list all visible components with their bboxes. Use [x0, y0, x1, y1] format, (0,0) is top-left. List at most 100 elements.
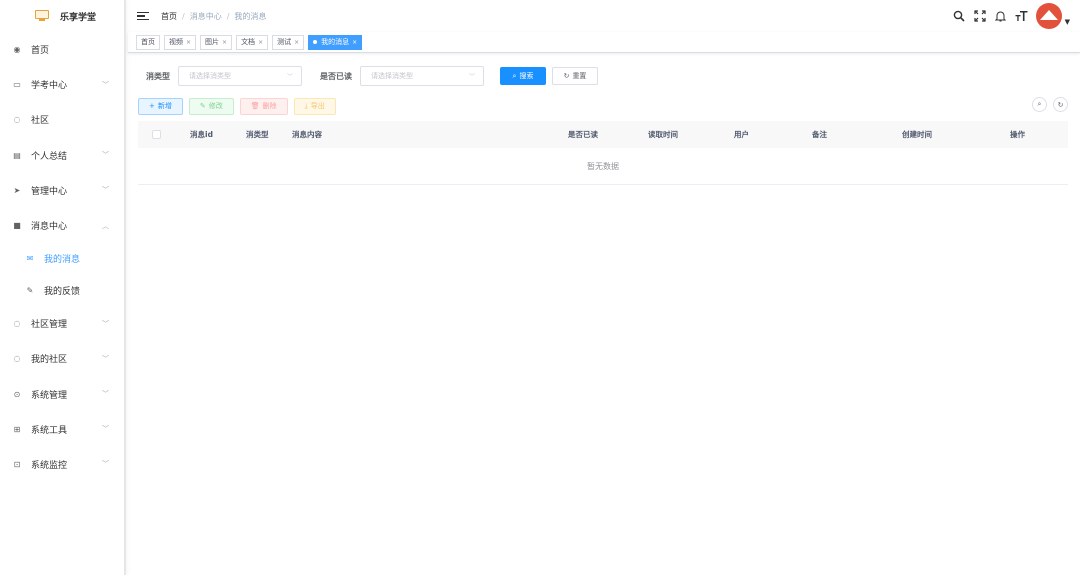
tag-label: 视频 [169, 37, 183, 46]
sidebar-item-message-center[interactable]: ■ 消息中心 ︿ [0, 208, 124, 243]
tag-video[interactable]: 视频 × [164, 34, 197, 50]
dashboard-icon: ◉ [13, 45, 21, 55]
reset-button[interactable]: ↻ 重置 [552, 67, 598, 85]
sidebar-item-community-management[interactable]: ◌ 社区管理 ﹀ [0, 306, 124, 341]
sidebar-item-system-monitor[interactable]: ⊡ 系统监控 ﹀ [0, 447, 124, 482]
breadcrumb-item[interactable]: 首页 [161, 11, 177, 22]
hamburger-icon[interactable] [137, 10, 149, 23]
refresh-icon: ↻ [563, 72, 570, 80]
community-manage-icon: ◌ [13, 319, 21, 329]
search-icon[interactable] [951, 8, 967, 24]
sidebar-menu: ◉ 首页 ▭ 学考中心 ﹀ ◌ 社区 ▤ 个人总结 ﹀ ➤ 管理中心 ﹀ ■ 消息中心 ︿ ✉ 我的消… [0, 32, 124, 482]
toolbox-icon: ⊞ [13, 424, 21, 434]
tag-image[interactable]: 图片 × [200, 34, 233, 50]
sidebar-subitem-my-feedback[interactable]: ✎ 我的反馈 [0, 275, 124, 307]
sidebar-item-management[interactable]: ➤ 管理中心 ﹀ [0, 173, 124, 208]
app-logo[interactable]: 乐享学堂 [0, 0, 124, 32]
tag-label: 我的消息 [321, 37, 350, 46]
sidebar-item-personal-summary[interactable]: ▤ 个人总结 ﹀ [0, 138, 124, 173]
read-select[interactable]: 请选择消类型 ﹀ [360, 66, 484, 86]
tags-view: 首页 视频 × 图片 × 文档 × 测试 × 我的消息 × [128, 32, 1080, 53]
sidebar-item-label: 社区管理 [31, 320, 68, 331]
edit-button[interactable]: ✎ 修改 [188, 97, 234, 115]
reset-button-label: 重置 [572, 72, 587, 80]
trash-icon: 🗑 [250, 102, 260, 110]
sidebar-item-label: 管理中心 [31, 186, 68, 197]
fullscreen-icon[interactable] [972, 8, 988, 24]
settings-icon: ⊙ [13, 389, 21, 399]
caret-down-icon[interactable]: ▼ [1065, 18, 1070, 26]
column-header: 消息id [190, 130, 213, 139]
column-header: 消息内容 [292, 130, 322, 139]
select-all-checkbox[interactable] [152, 130, 161, 139]
sidebar-item-label: 我的反馈 [44, 286, 81, 297]
message-table: 消息id 消类型 消息内容 是否已读 读取时间 用户 备注 创建时间 操作 暂无… [138, 121, 1068, 185]
tag-label: 测试 [277, 37, 292, 46]
chevron-down-icon: ﹀ [102, 186, 109, 195]
column-header: 创建时间 [902, 130, 932, 139]
sidebar-item-label: 系统管理 [31, 390, 68, 401]
type-select[interactable]: 请选择消类型 ﹀ [178, 66, 302, 86]
right-toolbar: ⌕ ↻ [1026, 97, 1068, 112]
sidebar-item-system-management[interactable]: ⊙ 系统管理 ﹀ [0, 377, 124, 412]
sidebar-item-study-center[interactable]: ▭ 学考中心 ﹀ [0, 67, 124, 102]
sidebar-item-label: 学考中心 [31, 81, 68, 92]
close-icon[interactable]: × [222, 36, 227, 49]
refresh-icon[interactable]: ↻ [1053, 97, 1068, 112]
sidebar-item-system-tools[interactable]: ⊞ 系统工具 ﹀ [0, 412, 124, 447]
close-icon[interactable]: × [186, 36, 191, 49]
font-size-icon[interactable] [1014, 8, 1030, 24]
sidebar-item-community[interactable]: ◌ 社区 [0, 102, 124, 137]
chevron-down-icon: ﹀ [102, 319, 109, 328]
sidebar-item-label: 消息中心 [31, 222, 68, 233]
tag-my-messages[interactable]: 我的消息 × [308, 34, 363, 50]
bell-icon[interactable] [993, 8, 1009, 24]
breadcrumb-item: 消息中心 [189, 11, 222, 21]
add-button[interactable]: + 新增 [138, 97, 183, 115]
close-icon[interactable]: × [352, 36, 357, 49]
close-icon[interactable]: × [294, 36, 299, 49]
sidebar-subitem-my-messages[interactable]: ✉ 我的消息 [0, 243, 124, 275]
monitor-chart-icon: ⊡ [13, 459, 21, 469]
active-dot-icon [313, 40, 318, 44]
search-icon: ⌕ [512, 71, 517, 80]
download-icon: ⤓ [304, 101, 308, 110]
tag-home[interactable]: 首页 [136, 34, 160, 50]
search-toggle-icon[interactable]: ⌕ [1032, 97, 1047, 112]
sidebar-item-label: 个人总结 [31, 151, 68, 162]
sidebar-item-label: 首页 [31, 46, 50, 57]
export-button[interactable]: ⤓ 导出 [293, 97, 336, 115]
notebook-icon: ▤ [13, 150, 21, 160]
send-icon: ➤ [13, 185, 21, 195]
chevron-down-icon: ﹀ [102, 80, 109, 89]
sidebar-item-home[interactable]: ◉ 首页 [0, 32, 124, 67]
sidebar-item-label: 系统工具 [31, 425, 68, 436]
delete-button[interactable]: 🗑 删除 [239, 97, 288, 115]
search-button[interactable]: ⌕ 搜索 [500, 67, 546, 85]
chevron-down-icon: ﹀ [102, 460, 109, 469]
app-title: 乐享学堂 [60, 12, 97, 23]
type-select-placeholder: 请选择消类型 [189, 72, 231, 80]
chevron-down-icon: ﹀ [286, 73, 293, 81]
column-header: 备注 [812, 130, 827, 139]
mail-icon: ✉ [26, 254, 34, 264]
breadcrumb: 首页 / 消息中心 / 我的消息 [161, 11, 266, 22]
tag-test[interactable]: 测试 × [272, 34, 305, 50]
avatar[interactable] [1035, 3, 1062, 29]
sidebar-item-label: 系统监控 [31, 460, 68, 471]
close-icon[interactable]: × [258, 36, 263, 49]
tag-label: 文档 [241, 37, 256, 46]
header-tools: ▼ [946, 0, 1070, 32]
sidebar-item-label: 我的社区 [31, 355, 68, 366]
sidebar-item-my-community[interactable]: ◌ 我的社区 ﹀ [0, 341, 124, 376]
search-button-label: 搜索 [519, 72, 534, 80]
search-form: 消类型 请选择消类型 ﹀ 是否已读 请选择消类型 ﹀ ⌕ 搜索 ↻ 重置 [138, 66, 598, 86]
sidebar-item-label: 我的消息 [44, 255, 81, 266]
chevron-down-icon: ﹀ [102, 354, 109, 363]
read-label: 是否已读 [320, 71, 352, 81]
breadcrumb-item: 我的消息 [234, 11, 267, 21]
sidebar-item-label: 社区 [31, 116, 50, 127]
tag-document[interactable]: 文档 × [236, 34, 269, 50]
tag-label: 图片 [205, 37, 220, 46]
logo-icon [34, 10, 50, 22]
